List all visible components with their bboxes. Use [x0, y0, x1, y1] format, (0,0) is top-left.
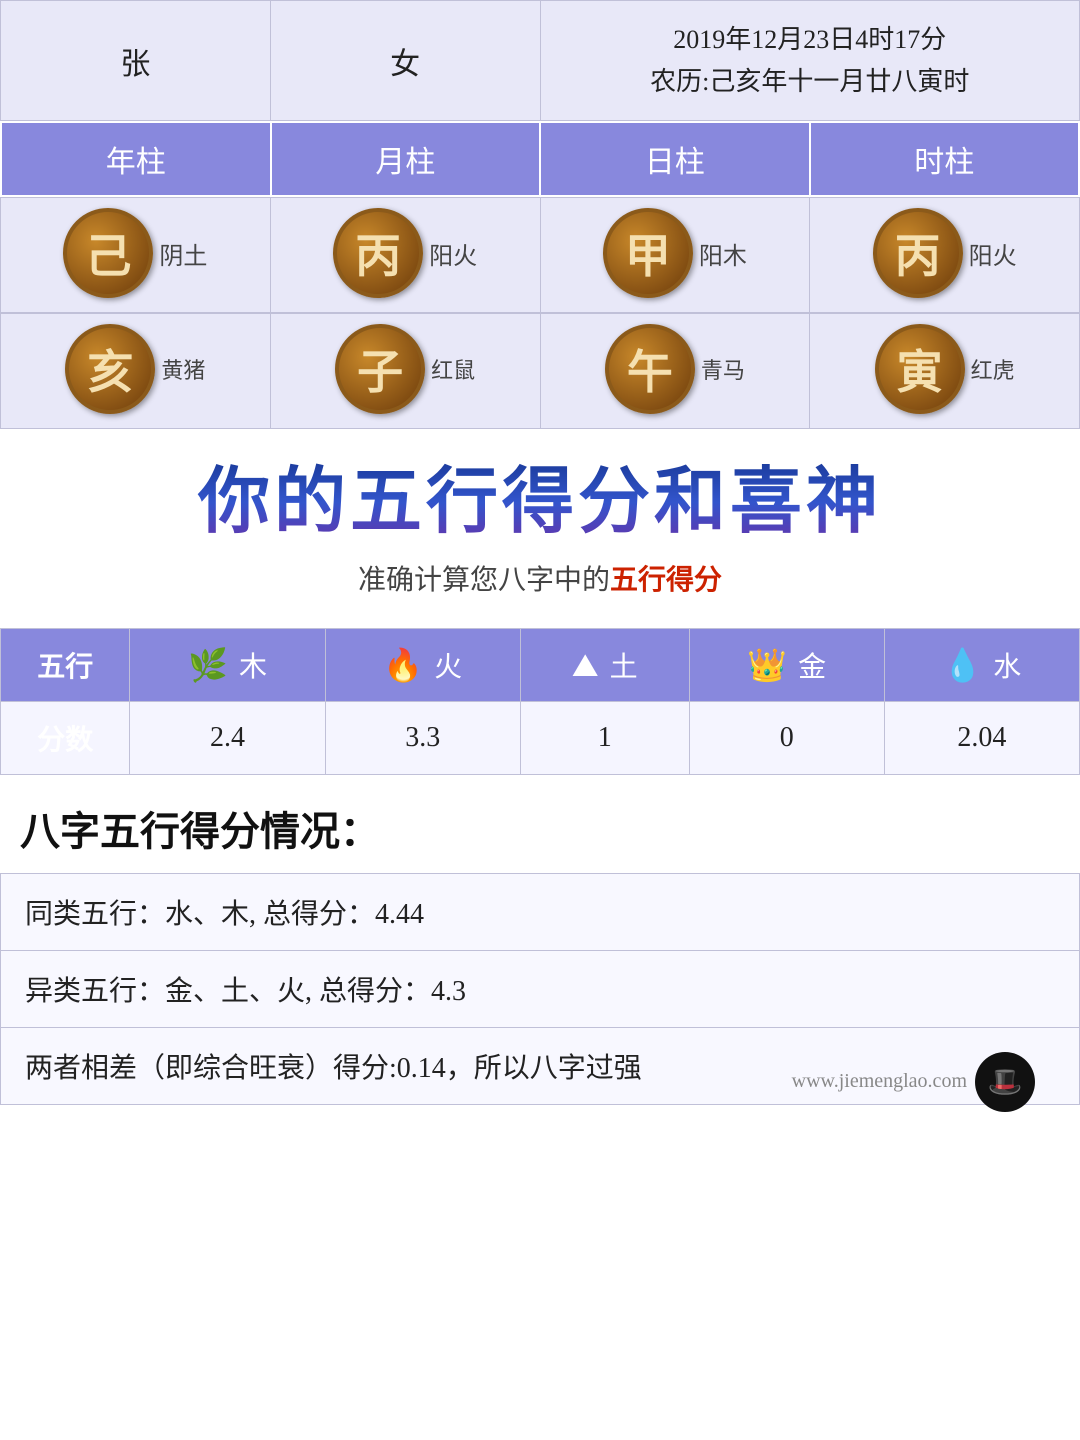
earth-label: 土: [610, 652, 638, 683]
info-item-1: 同类五行：水、木, 总得分：4.44: [1, 874, 1079, 951]
branch-hour-circle: 寅: [875, 324, 965, 414]
date-line2: 农历:己亥年十一月廿八寅时: [650, 67, 969, 96]
wuxing-title-section: 你的五行得分和喜神 准确计算您八字中的五行得分: [0, 429, 1080, 627]
pillar-header-year: 年柱: [1, 122, 271, 196]
site-label: www.jiemenglao.com: [792, 1070, 967, 1093]
elements-header-row: 五行 🌿 木 🔥 火 ⛰ 土 👑 金 💧 水: [1, 628, 1080, 701]
earth-icon: ⛰: [572, 647, 599, 683]
stem-hour-circle: 丙: [873, 208, 963, 298]
pillar-header-table: 年柱 月柱 日柱 时柱: [0, 121, 1080, 197]
elements-table: 五行 🌿 木 🔥 火 ⛰ 土 👑 金 💧 水 分数 2.4 3.3 1 0 2.…: [0, 628, 1080, 775]
score-row-label: 分数: [1, 701, 130, 774]
fire-label: 火: [434, 652, 462, 683]
logo-icon: 🎩: [975, 1052, 1035, 1112]
info-table: 张 女 2019年12月23日4时17分 农历:己亥年十一月廿八寅时: [0, 0, 1080, 121]
wood-icon: 🌿: [188, 647, 228, 683]
score-metal: 0: [689, 701, 884, 774]
metal-label: 金: [798, 652, 826, 683]
branches-table: 亥 黄猪 子 红鼠 午 青马 寅 红虎: [0, 313, 1080, 429]
stems-table: 己 阴土 丙 阳火 甲 阳木 丙 阳火: [0, 197, 1080, 313]
stem-hour-attr: 阳火: [969, 236, 1017, 271]
name-cell: 张: [1, 1, 271, 121]
info-item-2: 异类五行：金、土、火, 总得分：4.3: [1, 951, 1079, 1028]
info-item-3-text: 两者相差（即综合旺衰）得分:0.14，所以八字过强: [25, 1053, 642, 1084]
date-line1: 2019年12月23日4时17分: [673, 25, 946, 54]
wood-label: 木: [239, 652, 267, 683]
branch-year-circle: 亥: [65, 324, 155, 414]
fire-icon: 🔥: [383, 647, 423, 683]
stem-hour: 丙 阳火: [810, 198, 1080, 313]
score-fire: 3.3: [325, 701, 520, 774]
branch-year: 亥 黄猪: [1, 314, 271, 429]
pillar-header-month: 月柱: [271, 122, 541, 196]
pillar-header-day: 日柱: [540, 122, 810, 196]
score-earth: 1: [520, 701, 689, 774]
branch-month-circle: 子: [335, 324, 425, 414]
element-earth-header: ⛰ 土: [520, 628, 689, 701]
element-fire-header: 🔥 火: [325, 628, 520, 701]
subtitle-normal: 准确计算您八字中的: [358, 565, 610, 596]
branch-day-attr: 青马: [701, 353, 745, 385]
pillar-header-hour: 时柱: [810, 122, 1080, 196]
branch-hour-attr: 红虎: [971, 353, 1015, 385]
branch-day: 午 青马: [540, 314, 810, 429]
element-water-header: 💧 水: [884, 628, 1079, 701]
stem-day: 甲 阳木: [540, 198, 810, 313]
info-boxes: 同类五行：水、木, 总得分：4.44 异类五行：金、土、火, 总得分：4.3 两…: [0, 873, 1080, 1105]
branch-hour: 寅 红虎: [810, 314, 1080, 429]
stem-year: 己 阴土: [1, 198, 271, 313]
logo-area: www.jiemenglao.com 🎩: [792, 1042, 1055, 1122]
water-label: 水: [993, 652, 1021, 683]
element-wood-header: 🌿 木: [130, 628, 325, 701]
stem-day-attr: 阳木: [699, 236, 747, 271]
element-metal-header: 👑 金: [689, 628, 884, 701]
metal-icon: 👑: [747, 647, 787, 683]
branch-month: 子 红鼠: [270, 314, 540, 429]
water-icon: 💧: [942, 647, 982, 683]
stem-year-circle: 己: [63, 208, 153, 298]
wuxing-subtitle: 准确计算您八字中的五行得分: [10, 558, 1070, 598]
score-water: 2.04: [884, 701, 1079, 774]
subtitle-highlight: 五行得分: [610, 565, 722, 596]
branch-month-attr: 红鼠: [431, 353, 475, 385]
wuxing-main-title: 你的五行得分和喜神: [10, 459, 1070, 545]
stem-month-attr: 阳火: [429, 236, 477, 271]
branch-year-attr: 黄猪: [161, 353, 205, 385]
stem-month-circle: 丙: [333, 208, 423, 298]
stem-day-circle: 甲: [603, 208, 693, 298]
info-item-3: 两者相差（即综合旺衰）得分:0.14，所以八字过强 www.jiemenglao…: [1, 1028, 1079, 1104]
branch-day-circle: 午: [605, 324, 695, 414]
stem-month: 丙 阳火: [270, 198, 540, 313]
section-heading: 八字五行得分情况：: [0, 775, 1080, 873]
date-cell: 2019年12月23日4时17分 农历:己亥年十一月廿八寅时: [540, 1, 1080, 121]
elements-row-label: 五行: [1, 628, 130, 701]
score-wood: 2.4: [130, 701, 325, 774]
gender-cell: 女: [270, 1, 540, 121]
elements-score-row: 分数 2.4 3.3 1 0 2.04: [1, 701, 1080, 774]
stem-year-attr: 阴土: [159, 236, 207, 271]
